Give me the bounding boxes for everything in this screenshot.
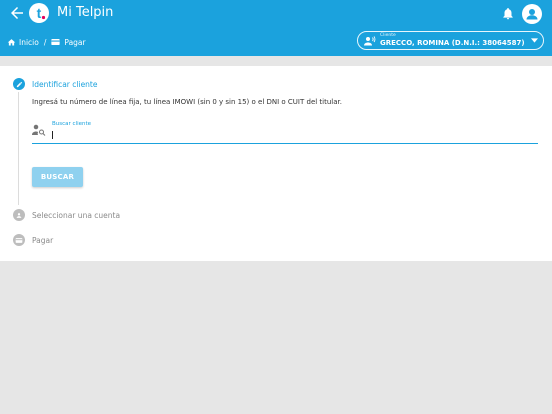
step-pay[interactable]: Pagar: [13, 234, 53, 246]
identify-instructions: Ingresá tu número de línea fija, tu líne…: [32, 98, 342, 106]
payment-icon: [51, 39, 61, 45]
step-circle: [13, 78, 25, 90]
bell-icon[interactable]: [501, 6, 515, 21]
client-caption: Cliente: [380, 33, 396, 38]
app-title: Mi Telpin: [57, 5, 114, 20]
pencil-icon: [16, 81, 22, 87]
payment-stepper: Identificar cliente Ingresá tu número de…: [0, 66, 552, 261]
step-circle: [13, 209, 25, 221]
search-button[interactable]: BUSCAR: [32, 167, 83, 187]
client-voice-icon: [364, 36, 376, 46]
payment-icon: [15, 237, 23, 243]
search-input-label: Buscar cliente: [52, 121, 92, 127]
user-avatar-icon[interactable]: [522, 4, 542, 24]
home-icon: [7, 38, 16, 45]
breadcrumb: Inicio / Pagar: [7, 36, 86, 48]
breadcrumb-home-link[interactable]: Inicio: [19, 38, 39, 47]
step-label: Seleccionar una cuenta: [32, 210, 121, 220]
step-connector: [18, 92, 19, 205]
step-label: Pagar: [32, 235, 54, 245]
step-label: Identificar cliente: [32, 79, 98, 89]
text-caret: [52, 131, 53, 139]
step-circle: [13, 234, 25, 246]
app-bar: t Mi Telpin Inicio / Pagar Cliente GRECC…: [0, 0, 552, 56]
chevron-down-icon[interactable]: [531, 38, 538, 43]
telpin-logo: t: [29, 3, 49, 23]
step-select-account[interactable]: Seleccionar una cuenta: [13, 209, 120, 221]
account-icon: [16, 212, 22, 218]
logo-mark-icon: t: [37, 5, 46, 21]
arrow-left-icon[interactable]: [8, 4, 26, 22]
breadcrumb-current: Pagar: [64, 37, 86, 47]
client-selector[interactable]: Cliente GRECCO, ROMINA (D.N.I.: 38064587…: [357, 31, 544, 50]
search-input-underline: [32, 143, 538, 144]
user-search-icon: [32, 124, 46, 136]
step-identify-client[interactable]: Identificar cliente: [13, 78, 98, 90]
breadcrumb-separator: /: [43, 37, 47, 47]
logo-letter: t: [37, 5, 42, 21]
search-input[interactable]: [52, 129, 536, 141]
client-name: GRECCO, ROMINA (D.N.I.: 38064587): [380, 39, 525, 47]
top-bar: t Mi Telpin: [0, 0, 552, 28]
